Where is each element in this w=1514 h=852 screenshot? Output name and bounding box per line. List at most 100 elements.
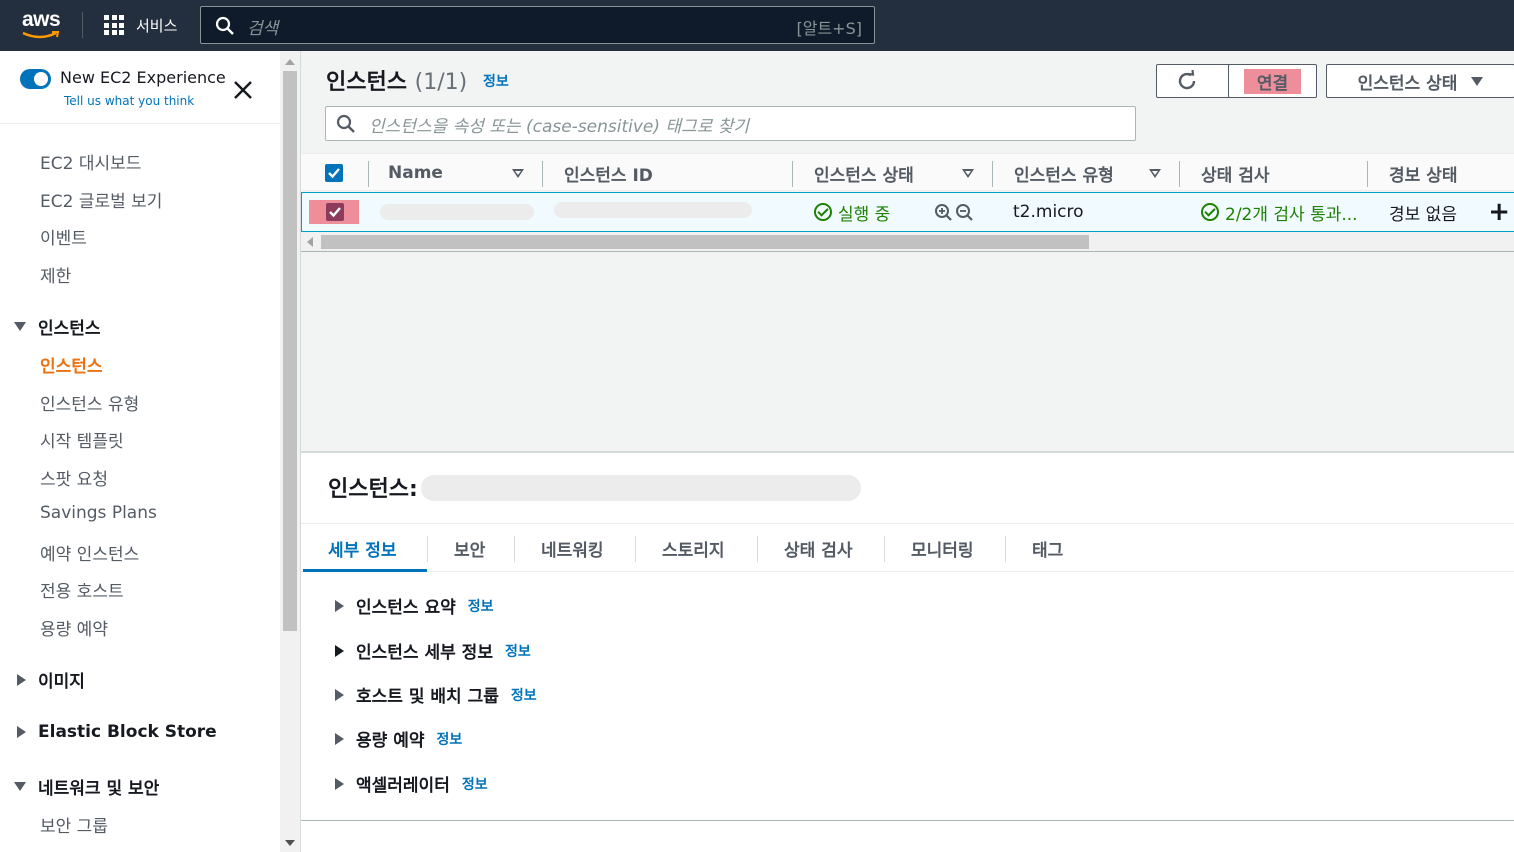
column-divider xyxy=(368,161,369,187)
info-link[interactable]: 정보 xyxy=(511,685,537,705)
sidebar-item-security-groups[interactable]: 보안 그룹 xyxy=(40,812,108,837)
sidebar-item-launch-templates[interactable]: 시작 템플릿 xyxy=(40,427,124,452)
instance-count: (1/1) xyxy=(414,70,468,95)
feedback-link[interactable]: Tell us what you think xyxy=(64,94,194,108)
tab-tags[interactable]: 태그 xyxy=(1032,524,1063,572)
column-header-instance-id[interactable]: 인스턴스 ID xyxy=(564,154,653,192)
scroll-down-arrow-icon[interactable] xyxy=(285,840,295,846)
instance-detail-panel: 인스턴스: 세부 정보 보안 네트워킹 스토리지 상태 검사 모니터링 태그 인… xyxy=(301,453,1514,852)
nav-divider xyxy=(82,12,83,38)
sidebar-divider xyxy=(0,123,280,124)
page-title-text: 인스턴스 xyxy=(326,70,407,95)
tab-networking[interactable]: 네트워킹 xyxy=(541,524,604,572)
sidebar-item-limits[interactable]: 제한 xyxy=(40,262,71,287)
sidebar-item-capacity-reservations[interactable]: 용량 예약 xyxy=(40,615,108,640)
sidebar-group-ebs[interactable]: Elastic Block Store xyxy=(14,722,217,742)
sidebar-item-instance-types[interactable]: 인스턴스 유형 xyxy=(40,390,139,415)
caret-down-icon xyxy=(1471,76,1484,86)
section-instance-summary[interactable]: 인스턴스 요약 정보 xyxy=(335,593,494,618)
redacted-instance-id xyxy=(421,475,861,501)
info-link[interactable]: 정보 xyxy=(483,71,509,91)
sidebar-item-spot-requests[interactable]: 스팟 요청 xyxy=(40,465,108,490)
expanded-caret-icon xyxy=(14,322,26,331)
aws-logo-text: aws xyxy=(22,8,61,31)
row-checkbox[interactable] xyxy=(326,203,344,221)
sidebar-item-ec2-global-view[interactable]: EC2 글로벌 보기 xyxy=(40,187,162,212)
sidebar-item-reserved-instances[interactable]: 예약 인스턴스 xyxy=(40,540,139,565)
tab-monitoring[interactable]: 모니터링 xyxy=(911,524,974,572)
expand-caret-icon xyxy=(335,688,344,701)
scrollbar-thumb[interactable] xyxy=(321,235,1089,249)
status-check-cell: 2/2개 검사 통과... xyxy=(1201,193,1358,231)
active-tab-indicator xyxy=(303,569,427,572)
tab-divider xyxy=(514,536,515,562)
table-row[interactable]: 실행 중 t2.micro 2/2개 검사 통과... 경보 없음 + xyxy=(301,192,1514,232)
sidebar-group-label: 네트워크 및 보안 xyxy=(38,779,160,799)
info-link[interactable]: 정보 xyxy=(436,729,462,749)
instance-filter-input[interactable]: 인스턴스을 속성 또는 (case-sensitive) 태그로 찾기 xyxy=(325,106,1136,141)
tab-storage[interactable]: 스토리지 xyxy=(662,524,725,572)
sort-icon[interactable] xyxy=(512,169,524,178)
tab-divider xyxy=(757,536,758,562)
aws-logo[interactable]: aws xyxy=(20,8,68,40)
services-label: 서비스 xyxy=(136,16,178,35)
section-label: 액셀러레이터 xyxy=(356,776,450,796)
section-label: 인스턴스 세부 정보 xyxy=(356,643,493,663)
scrollbar-thumb[interactable] xyxy=(283,71,297,631)
sidebar-item-ec2-dashboard[interactable]: EC2 대시보드 xyxy=(40,149,141,174)
scroll-up-arrow-icon[interactable] xyxy=(285,59,295,65)
column-divider xyxy=(992,161,993,187)
aws-smile-icon xyxy=(22,31,60,39)
top-navigation-bar: aws 서비스 검색 [알트+S] xyxy=(0,0,1514,51)
sidebar: New EC2 Experience Tell us what you thin… xyxy=(0,51,280,852)
info-link[interactable]: 정보 xyxy=(505,641,531,661)
table-horizontal-scrollbar[interactable] xyxy=(301,232,1514,252)
column-header-alarm-status[interactable]: 경보 상태 xyxy=(1389,154,1457,192)
sidebar-group-instances[interactable]: 인스턴스 xyxy=(14,314,101,339)
sidebar-group-label: 인스턴스 xyxy=(38,319,101,339)
connect-button[interactable]: 연결 xyxy=(1228,64,1317,98)
zoom-in-out-icon[interactable] xyxy=(934,203,976,223)
instance-state-dropdown[interactable]: 인스턴스 상태 xyxy=(1326,64,1514,98)
tab-status-checks[interactable]: 상태 검사 xyxy=(784,524,852,572)
expand-caret-icon xyxy=(335,777,344,790)
expand-caret-icon xyxy=(335,644,344,657)
sidebar-group-label: 이미지 xyxy=(38,672,85,692)
section-capacity-reservation[interactable]: 용량 예약 정보 xyxy=(335,726,462,751)
sidebar-scrollbar[interactable] xyxy=(280,51,300,852)
section-accelerators[interactable]: 액셀러레이터 정보 xyxy=(335,771,488,796)
instance-state-value: 실행 중 xyxy=(838,204,891,225)
column-header-instance-state[interactable]: 인스턴스 상태 xyxy=(814,154,914,192)
column-header-name[interactable]: Name xyxy=(388,154,443,192)
sidebar-item-events[interactable]: 이벤트 xyxy=(40,224,87,249)
tab-security[interactable]: 보안 xyxy=(454,524,485,572)
column-header-instance-type[interactable]: 인스턴스 유형 xyxy=(1014,154,1114,192)
select-all-checkbox[interactable] xyxy=(325,164,343,182)
section-instance-details[interactable]: 인스턴스 세부 정보 정보 xyxy=(335,638,531,663)
tab-details[interactable]: 세부 정보 xyxy=(328,524,396,572)
sidebar-group-images[interactable]: 이미지 xyxy=(14,667,85,692)
section-host-placement-group[interactable]: 호스트 및 배치 그룹 정보 xyxy=(335,682,537,707)
sidebar-item-instances[interactable]: 인스턴스 xyxy=(40,352,103,377)
success-icon xyxy=(814,203,832,221)
tab-divider xyxy=(427,536,428,562)
tab-divider xyxy=(884,536,885,562)
info-link[interactable]: 정보 xyxy=(462,774,488,794)
search-icon xyxy=(336,114,355,133)
close-icon[interactable] xyxy=(232,79,254,101)
refresh-icon xyxy=(1178,70,1196,90)
info-link[interactable]: 정보 xyxy=(468,596,494,616)
sidebar-item-dedicated-hosts[interactable]: 전용 호스트 xyxy=(40,577,124,602)
sidebar-item-savings-plans[interactable]: Savings Plans xyxy=(40,503,157,523)
sort-icon[interactable] xyxy=(962,169,974,178)
add-alarm-icon[interactable]: + xyxy=(1488,199,1510,225)
column-header-status-check[interactable]: 상태 검사 xyxy=(1201,154,1269,192)
services-menu-button[interactable]: 서비스 xyxy=(104,14,177,36)
global-search-input[interactable]: 검색 [알트+S] xyxy=(200,6,875,44)
sort-icon[interactable] xyxy=(1149,169,1161,178)
connect-label: 연결 xyxy=(1243,68,1302,94)
scroll-left-arrow-icon[interactable] xyxy=(307,237,313,247)
section-label: 용량 예약 xyxy=(356,731,425,751)
new-experience-toggle[interactable] xyxy=(20,69,51,89)
sidebar-group-network-security[interactable]: 네트워크 및 보안 xyxy=(14,774,159,799)
